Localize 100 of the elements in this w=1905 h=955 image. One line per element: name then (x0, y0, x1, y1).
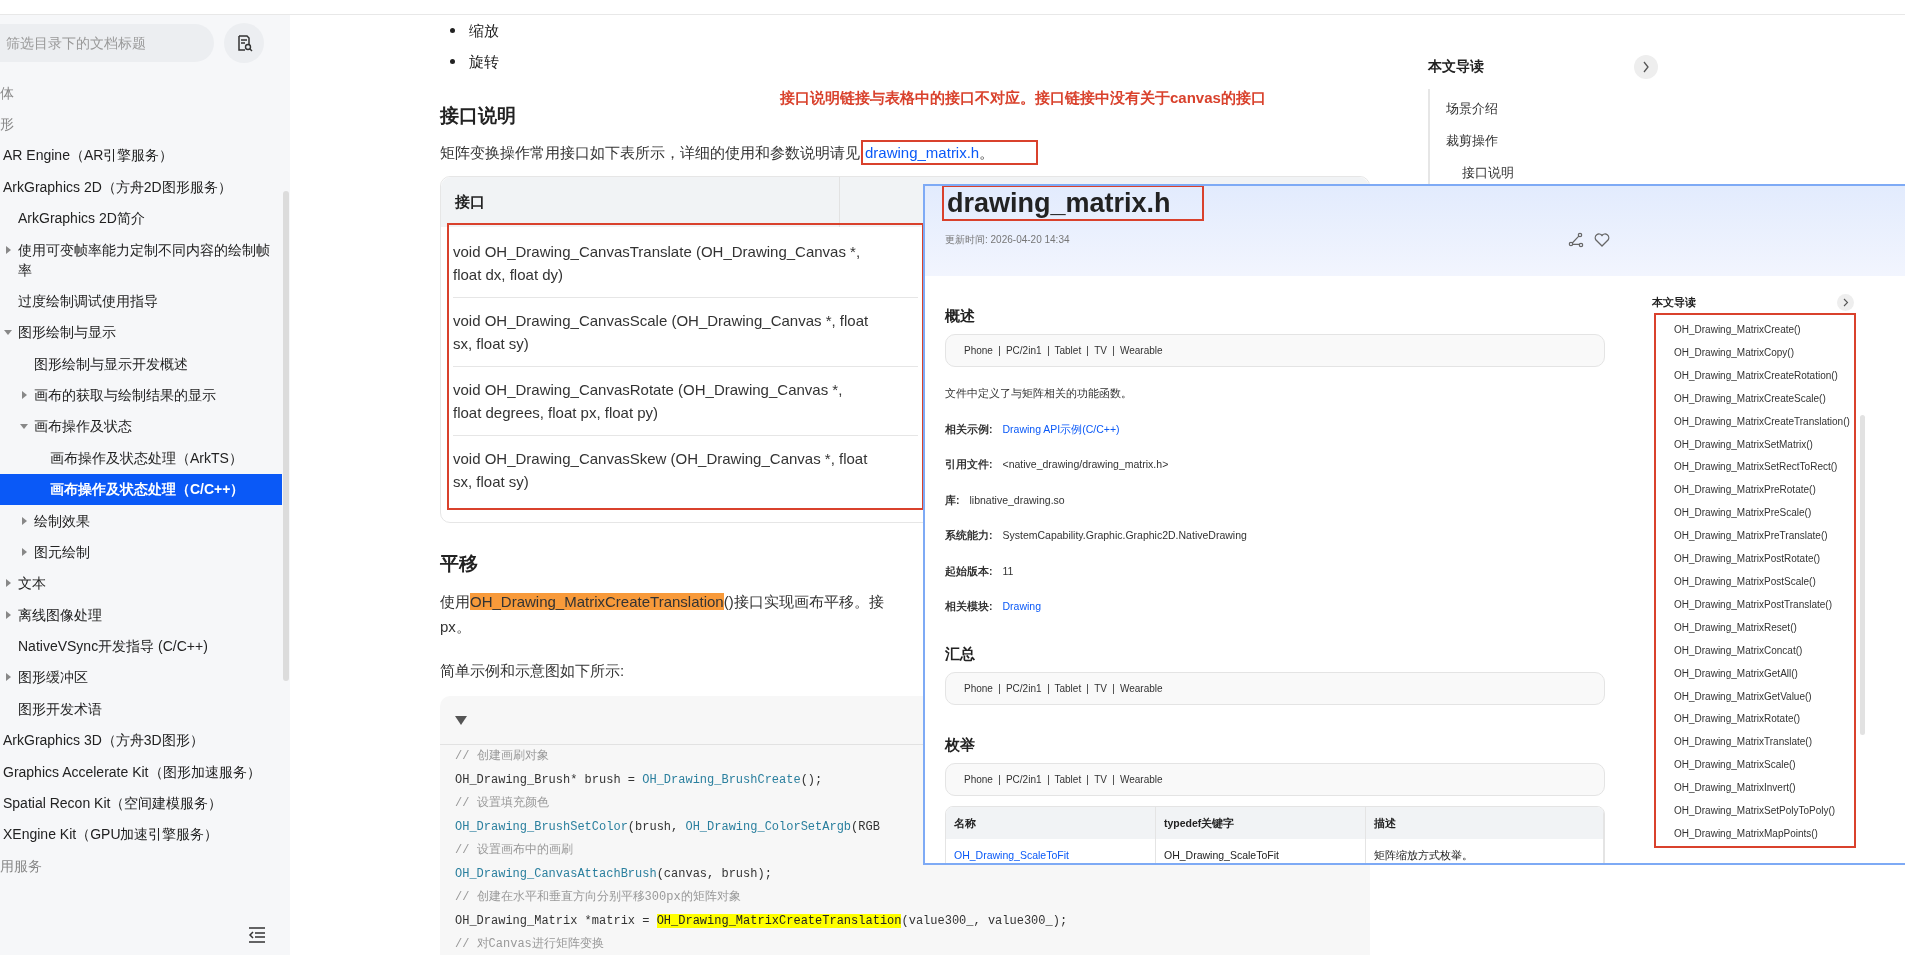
nav-item[interactable]: 绘制效果 (0, 504, 282, 537)
header-link[interactable]: drawing_matrix.h (865, 144, 980, 161)
toc-item[interactable]: OH_Drawing_MatrixPreRotate() (1656, 479, 1854, 503)
toc-item[interactable]: 场景介绍 (1430, 93, 1658, 125)
category-item[interactable]: 体 (0, 77, 282, 109)
paragraph: 简单示例和示意图如下所示: (440, 661, 625, 681)
code-line: // 设置画布中的画刷 (455, 842, 573, 859)
toc-item[interactable]: OH_Drawing_MatrixSetMatrix() (1656, 433, 1854, 457)
fact-label: 相关示例: (945, 421, 993, 437)
nav-item[interactable]: 图形绘制与显示 (0, 316, 282, 348)
code-line: // 创建画刷对象 (455, 748, 549, 765)
nav-item[interactable]: ArkGraphics 2D简介 (0, 202, 282, 234)
toc-item[interactable]: OH_Drawing_MatrixScale() (1656, 754, 1854, 778)
toc-item[interactable]: OH_Drawing_MatrixPostScale() (1656, 570, 1854, 594)
collapsed-triangle-icon[interactable] (4, 673, 12, 682)
device-label: PC/2in1 (998, 345, 1048, 356)
toc-item[interactable]: OH_Drawing_MatrixGetAll() (1656, 662, 1854, 686)
scrollbar[interactable] (283, 191, 289, 681)
toc-item[interactable]: OH_Drawing_MatrixSetRectToRect() (1656, 456, 1854, 480)
device-label: TV (1087, 774, 1113, 785)
nav-item[interactable]: 画布操作及状态处理（C/C++） (0, 473, 282, 505)
collapsed-triangle-icon[interactable] (4, 579, 12, 588)
device-label: Phone (964, 345, 994, 356)
device-label: Phone (964, 774, 994, 785)
fact-label: 系统能力: (945, 528, 993, 543)
paragraph: 矩阵变换操作常用接口如下表所示，详细的使用和参数说明请见 (440, 144, 860, 161)
code-line: // 对Canvas进行矩阵变换 (455, 936, 604, 953)
section-heading: 接口说明 (440, 104, 516, 128)
update-time: 更新时间: 2026-04-20 14:34 (945, 233, 1070, 247)
nav-item[interactable]: 图形绘制与显示开发概述 (0, 348, 282, 380)
collapsed-triangle-icon[interactable] (20, 516, 28, 525)
nav-item[interactable]: 画布的获取与绘制结果的显示 (0, 379, 282, 411)
toc-item[interactable]: OH_Drawing_MatrixCreateTranslation() (1656, 410, 1854, 434)
expanded-triangle-icon[interactable] (4, 328, 12, 337)
toc-item[interactable]: OH_Drawing_MatrixPreTranslate() (1656, 525, 1854, 549)
toc-item[interactable]: OH_Drawing_MatrixPostRotate() (1656, 548, 1854, 571)
column-header: typedef关键字 (1156, 807, 1366, 839)
toc-item[interactable]: OH_Drawing_MatrixCreateRotation() (1656, 364, 1854, 388)
table-cell: OH_Drawing_ScaleToFit (1156, 839, 1366, 863)
nav-item[interactable]: XEngine Kit（GPU加速引擎服务） (0, 818, 282, 850)
toc-item[interactable]: OH_Drawing_MatrixPreScale() (1656, 502, 1854, 526)
collapsed-triangle-icon[interactable] (4, 245, 12, 254)
nav-item[interactable]: 画布操作及状态 (0, 410, 282, 443)
nav-item[interactable]: 过度绘制调试使用指导 (0, 285, 282, 317)
nav-item[interactable]: 图元绘制 (0, 536, 282, 568)
toc-item[interactable]: OH_Drawing_MatrixGetValue() (1656, 685, 1854, 709)
nav-item[interactable]: 文本 (0, 567, 282, 599)
toc-item[interactable]: OH_Drawing_MatrixCreateScale() (1656, 387, 1854, 411)
nav-item[interactable]: 使用可变帧率能力定制不同内容的绘制帧率 (0, 233, 282, 286)
toc-item[interactable]: OH_Drawing_MatrixSetPolyToPoly() (1656, 800, 1854, 823)
nav-item[interactable]: ArkGraphics 3D（方舟3D图形） (0, 724, 282, 756)
toc-item[interactable]: OH_Drawing_MatrixCopy() (1656, 341, 1854, 365)
collapsed-triangle-icon[interactable] (20, 547, 28, 556)
scrollbar[interactable] (1860, 415, 1865, 735)
column-header: 描述 (1366, 807, 1604, 839)
fact-label: 相关模块: (945, 599, 993, 614)
nav-item[interactable]: Spatial Recon Kit（空间建模服务） (0, 787, 282, 819)
collapse-sidebar-icon[interactable] (248, 927, 266, 943)
fact-value: SystemCapability.Graphic.Graphic2D.NativeDrawing (1002, 528, 1247, 543)
description: 文件中定义了与矩阵相关的功能函数。 (945, 386, 1133, 401)
expanded-triangle-icon[interactable] (455, 715, 467, 725)
column-header: 名称 (946, 807, 1156, 839)
nav-item[interactable]: 画布操作及状态处理（ArkTS） (0, 442, 282, 474)
section-heading: 概述 (945, 306, 976, 326)
device-label: Phone (964, 683, 994, 694)
nav-item[interactable]: 图形缓冲区 (0, 661, 282, 694)
nav-item[interactable]: ArkGraphics 2D（方舟2D图形服务） (0, 171, 282, 203)
heart-icon[interactable] (1594, 232, 1610, 247)
nav-item[interactable]: NativeVSync开发指导 (C/C++) (0, 630, 282, 662)
expanded-triangle-icon[interactable] (20, 422, 28, 431)
toc-item[interactable]: OH_Drawing_MatrixInvert() (1656, 777, 1854, 801)
search-field[interactable]: 筛选目录下的文档标题 (0, 24, 214, 62)
nav-item[interactable]: AR Engine（AR引擎服务） (0, 139, 282, 172)
toc-item[interactable]: OH_Drawing_MatrixCreate() (1656, 319, 1854, 342)
collapsed-triangle-icon[interactable] (4, 610, 12, 619)
fact-label: 库: (945, 492, 960, 508)
collapsed-triangle-icon[interactable] (20, 391, 28, 400)
fact-link[interactable]: Drawing API示例(C/C++) (1002, 420, 1120, 437)
toc-item[interactable]: OH_Drawing_MatrixReset() (1656, 616, 1854, 640)
toc-item[interactable]: OH_Drawing_MatrixTranslate() (1656, 731, 1854, 755)
document-search-button[interactable] (224, 23, 264, 63)
nav-item[interactable]: Graphics Accelerate Kit（图形加速服务） (0, 755, 282, 788)
expand-toc-button[interactable] (1837, 294, 1854, 311)
share-icon[interactable] (1568, 232, 1584, 248)
bullet-item: 旋转 (440, 46, 1370, 77)
toc-item[interactable]: 裁剪操作 (1430, 125, 1658, 157)
fact-link[interactable]: Drawing (1002, 598, 1041, 614)
toc-item[interactable]: OH_Drawing_MatrixRotate() (1656, 708, 1854, 732)
chevron-right-icon (1642, 61, 1650, 73)
device-label: Wearable (1112, 774, 1169, 785)
enum-link[interactable]: OH_Drawing_ScaleToFit (946, 839, 1156, 863)
toc-item[interactable]: OH_Drawing_MatrixConcat() (1656, 639, 1854, 663)
annotation-note: 接口说明链接与表格中的接口不对应。接口链接中没有关于canvas的接口 (780, 89, 1266, 108)
toc-item[interactable]: OH_Drawing_MatrixMapPoints() (1656, 822, 1854, 846)
nav-item[interactable]: 图形开发术语 (0, 693, 282, 725)
table-cell-text: void OH_Drawing_CanvasScale (OH_Drawing_Canvas *, float sx, float sy) (453, 311, 870, 354)
code-line: OH_Drawing_BrushSetColor(brush, OH_Drawing_ColorSetArgb(RGB (455, 818, 880, 836)
expand-toc-button[interactable] (1634, 55, 1658, 79)
toc-item[interactable]: OH_Drawing_MatrixPostTranslate() (1656, 593, 1854, 617)
nav-item[interactable]: 离线图像处理 (0, 599, 282, 631)
